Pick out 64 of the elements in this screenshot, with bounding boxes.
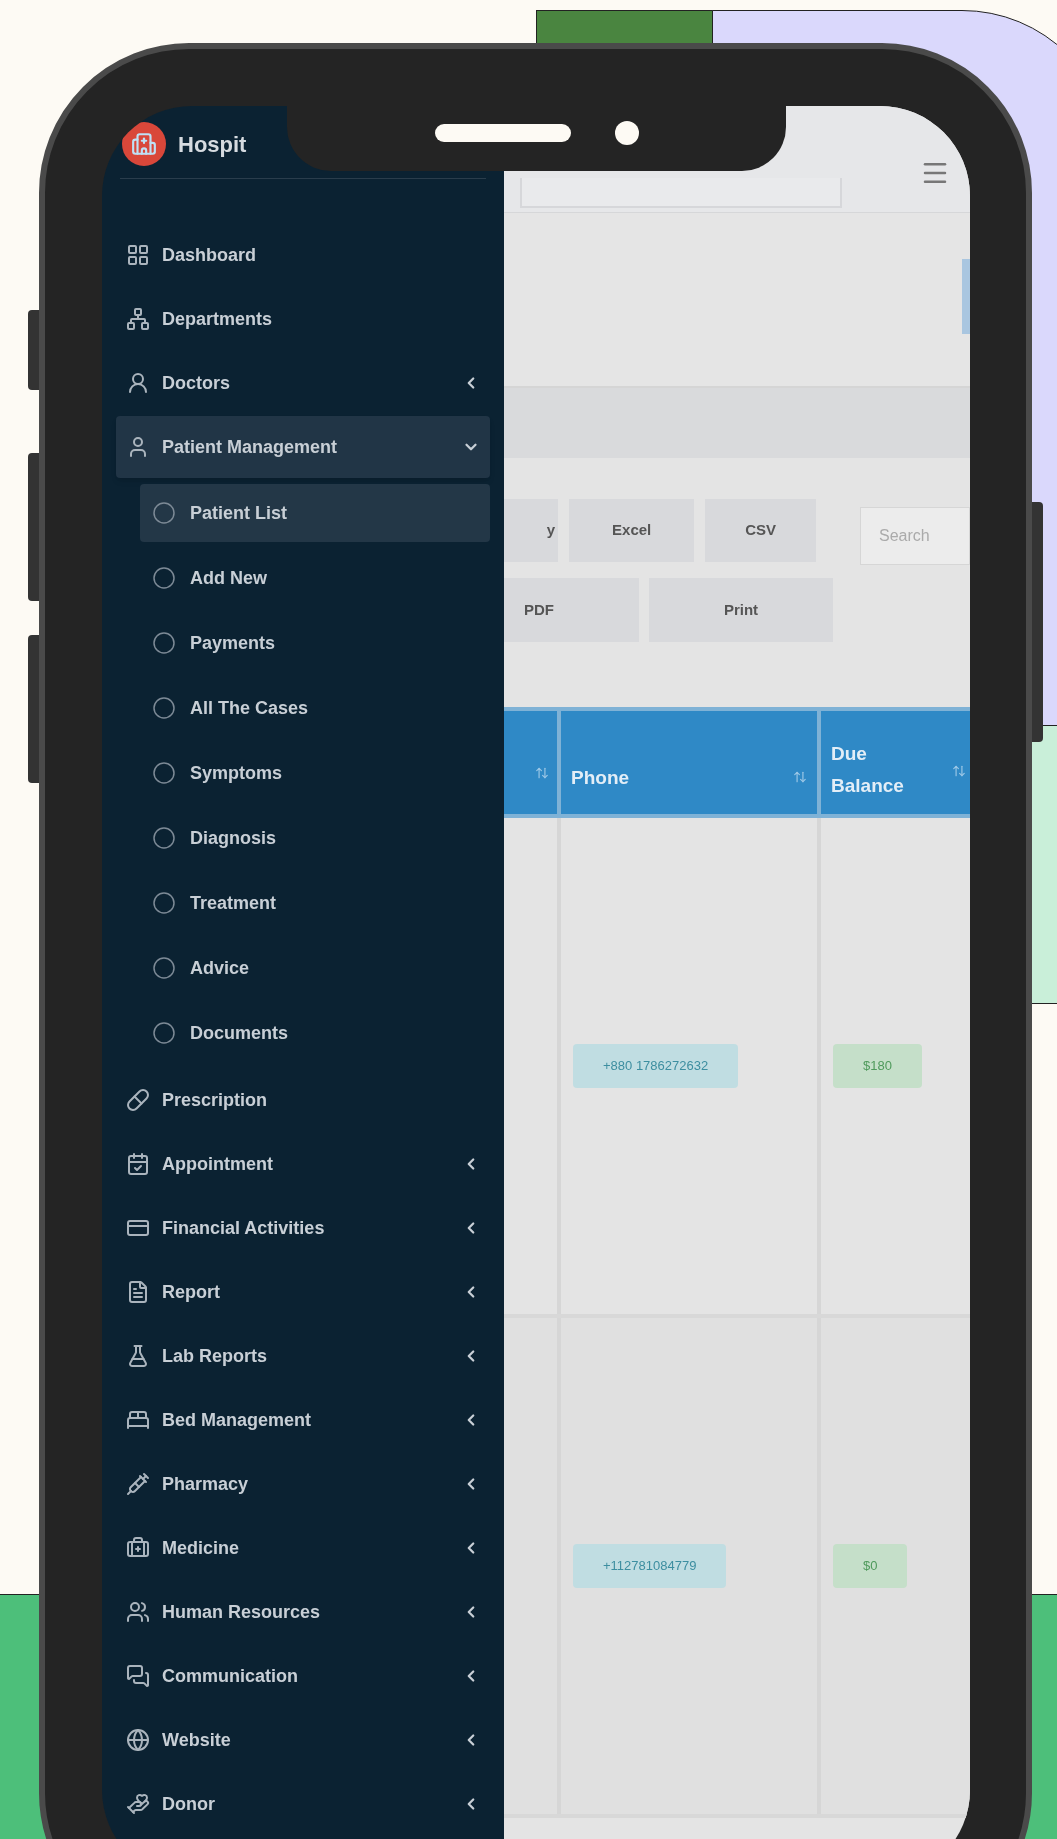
- document-icon: [126, 1280, 150, 1304]
- sidebar-item[interactable]: Bed Management: [116, 1389, 490, 1451]
- sort-icon[interactable]: [535, 765, 549, 780]
- sidebar-item[interactable]: Report: [116, 1261, 490, 1323]
- sidebar-item[interactable]: Human Resources: [116, 1581, 490, 1643]
- due-badge: $0: [833, 1544, 908, 1588]
- sidebar-item[interactable]: Appointment: [116, 1133, 490, 1195]
- syringe-icon: [126, 1472, 150, 1496]
- circle-icon: [152, 891, 176, 915]
- hospital-logo-icon: [122, 122, 166, 166]
- circle-icon: [152, 696, 176, 720]
- medical-kit-icon: [126, 1536, 150, 1560]
- sidebar-item[interactable]: Pharmacy: [116, 1453, 490, 1515]
- export-button[interactable]: y: [504, 499, 559, 562]
- sidebar-item[interactable]: Medicine: [116, 1517, 490, 1579]
- grid-icon: [126, 243, 150, 267]
- circle-icon: [152, 631, 176, 655]
- sort-icon[interactable]: [793, 770, 807, 784]
- circle-icon: [152, 956, 176, 980]
- circle-icon: [152, 566, 176, 590]
- pill-icon: [126, 1088, 150, 1112]
- submenu-item[interactable]: All The Cases: [140, 679, 490, 737]
- phone-badge: +880 1786272632: [573, 1044, 739, 1088]
- export-button[interactable]: CSV: [705, 499, 816, 562]
- sidebar-item[interactable]: Prescription: [116, 1069, 490, 1131]
- sidebar-item[interactable]: Departments: [116, 288, 490, 350]
- sidebar-item[interactable]: Lab Reports: [116, 1325, 490, 1387]
- sidebar-item[interactable]: Donor: [116, 1773, 490, 1835]
- chat-icon: [126, 1664, 150, 1688]
- circle-icon: [152, 761, 176, 785]
- globe-icon: [126, 1728, 150, 1752]
- people-icon: [126, 1600, 150, 1624]
- submenu-item[interactable]: Documents: [140, 1004, 490, 1062]
- sidebar-item[interactable]: Communication: [116, 1645, 490, 1707]
- submenu-item[interactable]: Symptoms: [140, 744, 490, 802]
- phone-badge: +112781084779: [573, 1544, 727, 1588]
- calendar-icon: [126, 1152, 150, 1176]
- sidebar-item[interactable]: Website: [116, 1709, 490, 1771]
- submenu-item[interactable]: Advice: [140, 939, 490, 997]
- hand-heart-icon: [126, 1792, 150, 1816]
- submenu-item[interactable]: Treatment: [140, 874, 490, 932]
- camera-icon: [614, 121, 639, 145]
- bed-icon: [126, 1408, 150, 1432]
- submenu-item[interactable]: Patient List: [140, 484, 490, 542]
- due-badge: $180: [833, 1044, 922, 1088]
- submenu-item[interactable]: Payments: [140, 614, 490, 672]
- export-button[interactable]: Excel: [569, 499, 695, 562]
- table-search-field[interactable]: Search: [860, 507, 970, 565]
- sidebar-item[interactable]: Dashboard: [116, 224, 490, 286]
- circle-icon: [152, 826, 176, 850]
- sort-icon[interactable]: [952, 764, 966, 778]
- submenu-item[interactable]: Add New: [140, 549, 490, 607]
- export-button[interactable]: Print: [649, 578, 833, 642]
- brand-name: Hospit: [178, 130, 247, 159]
- speaker-icon: [434, 124, 571, 142]
- sidebar-item[interactable]: Patient Management: [116, 416, 490, 478]
- hierarchy-icon: [126, 307, 150, 331]
- export-button[interactable]: PDF: [504, 578, 639, 642]
- circle-icon: [152, 1021, 176, 1045]
- circle-icon: [152, 501, 176, 525]
- sidebar-item[interactable]: Doctors: [116, 352, 490, 414]
- submenu-item[interactable]: Diagnosis: [140, 809, 490, 867]
- sidebar-item[interactable]: Financial Activities: [116, 1197, 490, 1259]
- flask-icon: [126, 1344, 150, 1368]
